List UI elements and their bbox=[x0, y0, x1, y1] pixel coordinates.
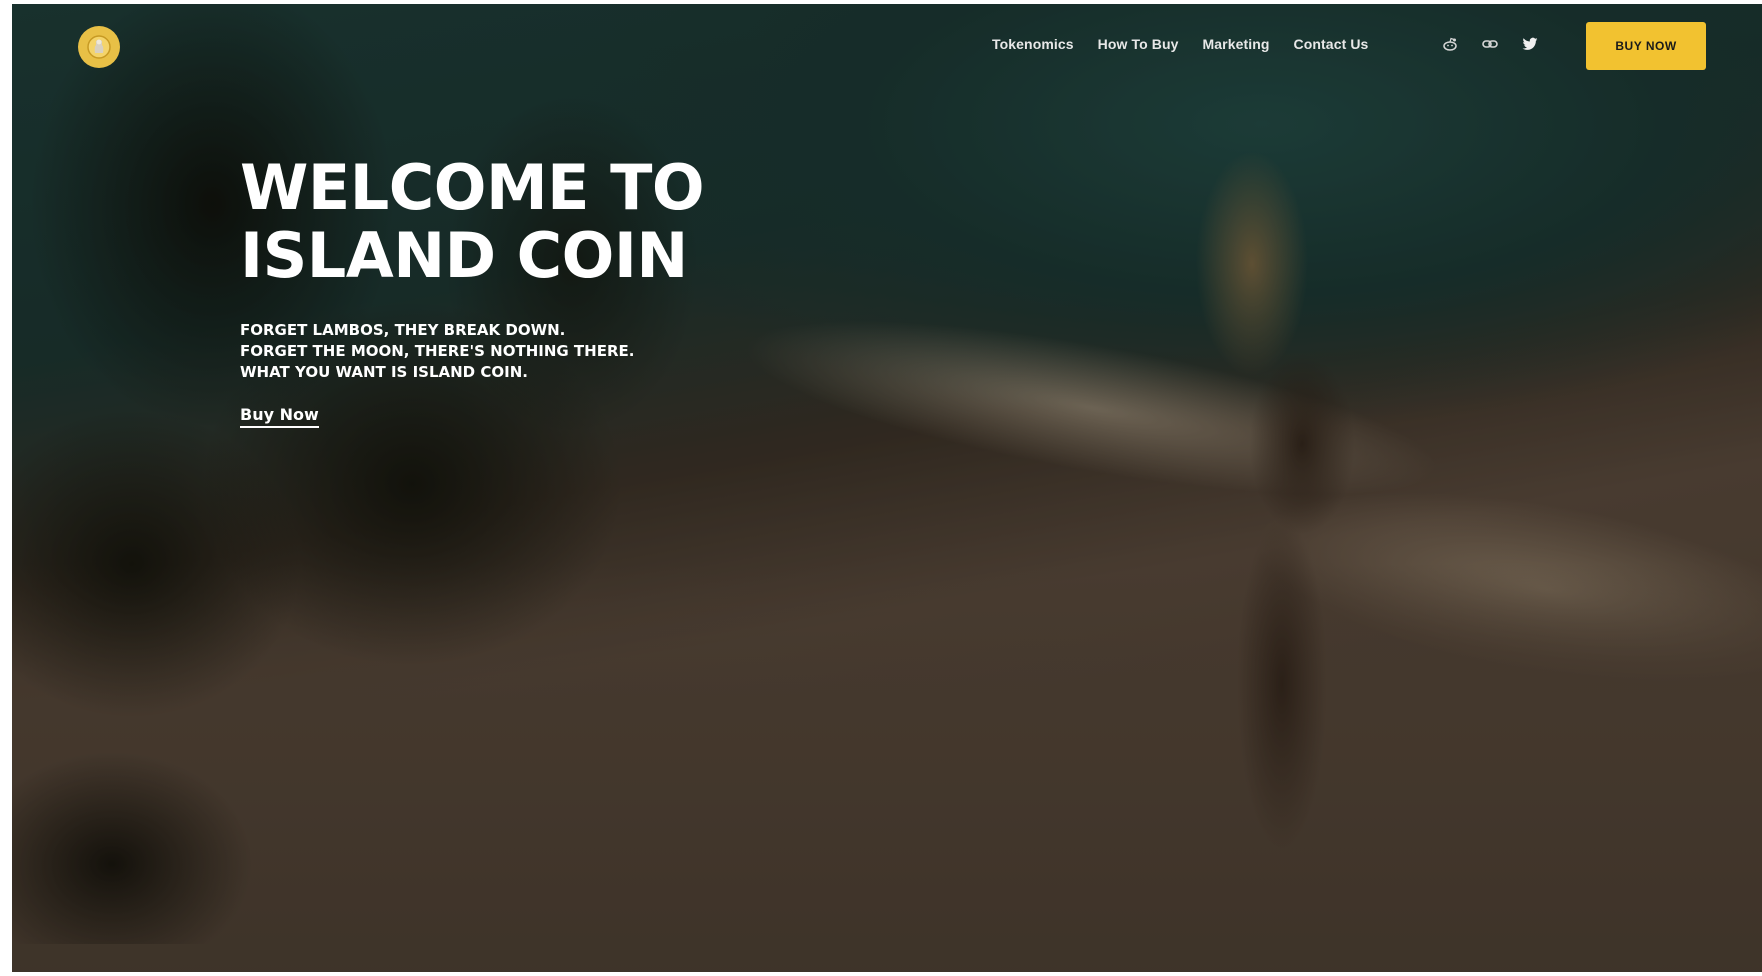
buy-now-button[interactable]: BUY NOW bbox=[1586, 22, 1706, 70]
social-links bbox=[1440, 34, 1540, 54]
hero-section: Tokenomics How To Buy Marketing Contact … bbox=[12, 4, 1762, 972]
dark-overlay bbox=[12, 4, 1762, 972]
nav-marketing[interactable]: Marketing bbox=[1203, 36, 1270, 52]
hero-content: WELCOME TO ISLAND COIN FORGET LAMBOS, TH… bbox=[240, 154, 800, 428]
hero-subtitle: FORGET LAMBOS, THEY BREAK DOWN. FORGET T… bbox=[240, 320, 800, 383]
hero-title: WELCOME TO ISLAND COIN bbox=[240, 154, 800, 290]
hero-title-line-2: ISLAND COIN bbox=[240, 219, 688, 292]
nav-contact-us[interactable]: Contact Us bbox=[1294, 36, 1369, 52]
hero-buy-now-link[interactable]: Buy Now bbox=[240, 405, 319, 428]
coin-figure-icon bbox=[87, 35, 111, 59]
twitter-icon[interactable] bbox=[1520, 34, 1540, 54]
hero-subtitle-line-1: FORGET LAMBOS, THEY BREAK DOWN. bbox=[240, 321, 566, 339]
hero-subtitle-line-3: WHAT YOU WANT IS ISLAND COIN. bbox=[240, 363, 528, 381]
nav-tokenomics[interactable]: Tokenomics bbox=[992, 36, 1074, 52]
main-nav: Tokenomics How To Buy Marketing Contact … bbox=[992, 36, 1368, 52]
reddit-icon[interactable] bbox=[1440, 34, 1460, 54]
link-icon[interactable] bbox=[1480, 34, 1500, 54]
hero-subtitle-line-2: FORGET THE MOON, THERE'S NOTHING THERE. bbox=[240, 342, 635, 360]
nav-how-to-buy[interactable]: How To Buy bbox=[1098, 36, 1179, 52]
hero-title-line-1: WELCOME TO bbox=[240, 151, 705, 224]
island-coin-logo-icon[interactable] bbox=[78, 26, 120, 68]
